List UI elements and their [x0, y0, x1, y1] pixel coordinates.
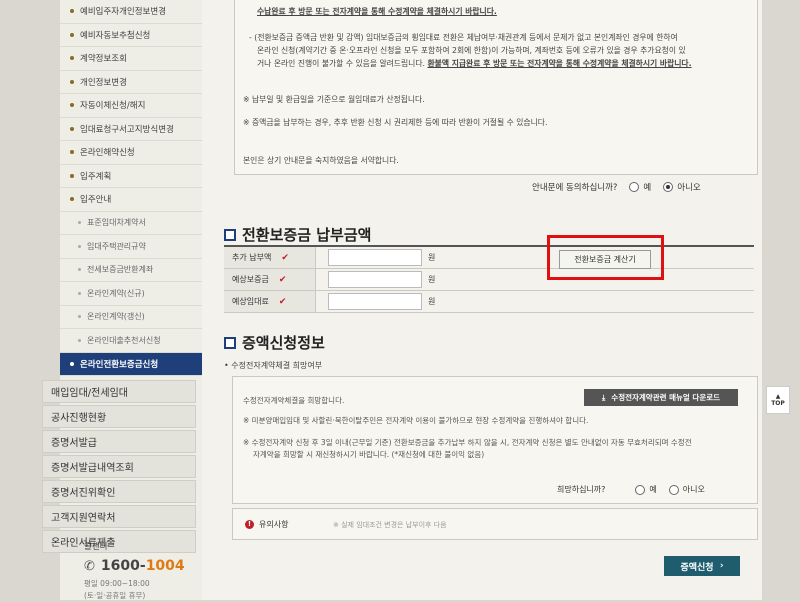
sidebar-main-menu-item[interactable]: 증명서진위확인: [42, 480, 196, 503]
main-content: 수납완료 후 방문 또는 전자계약을 통해 수정계약을 체결하시기 바랍니다. …: [202, 0, 762, 600]
sidebar-main-menu-item[interactable]: 공사진행현황: [42, 405, 196, 428]
section-square-icon: [224, 336, 236, 349]
bullet-icon: [78, 244, 81, 248]
required-check-icon: ✔: [281, 252, 289, 263]
amount-input[interactable]: [328, 293, 422, 310]
payment-table: 추가 납부액 ✔ 원 예상보증금 ✔ 원 예상임대료 ✔ 원: [224, 245, 754, 313]
bullet-icon: [78, 268, 81, 272]
wish-question: 희망하십니까? 예 아니오: [557, 484, 705, 495]
bullet-icon: [70, 32, 74, 37]
amount-input[interactable]: [328, 249, 422, 266]
notice-line: - (전환보증금 증액금 반환 및 감액) 임대보증금의 횡임대료 전환은 체납…: [249, 33, 678, 42]
sidebar-item[interactable]: 온라인대출추천서신청: [60, 329, 202, 353]
caution-label: ! 유의사항: [245, 519, 288, 530]
highlight-box: [547, 235, 664, 280]
sidebar-item[interactable]: 개인정보변경: [60, 71, 202, 94]
required-check-icon: ✔: [278, 274, 287, 285]
sidebar-item[interactable]: 온라인계약(신규): [60, 282, 202, 306]
sidebar-item[interactable]: 온라인전환보증금신청: [60, 352, 202, 376]
wish-no-radio[interactable]: [668, 484, 679, 495]
bullet-icon: [70, 173, 74, 178]
call-center-hours: 평일 09:00~18:00 (토·일·공휴일 휴무): [84, 579, 150, 600]
bullet-icon: [78, 291, 81, 295]
bullet-icon: [70, 103, 74, 108]
call-center: 콜센터 ✆ 1600- 1004 평일 09:00~18:00 (토·일·공휴일 …: [84, 540, 185, 602]
sidebar-item[interactable]: 예비입주자개인정보변경: [60, 0, 202, 24]
sidebar-main-menu-item[interactable]: 매입임대/전세임대: [42, 380, 196, 403]
payment-row-label: 예상보증금 ✔: [224, 269, 316, 290]
sidebar-item[interactable]: 입주계획: [60, 165, 202, 188]
caution-text: ※ 실제 임대조건 변경은 납부이후 다음: [333, 521, 447, 529]
sidebar-item[interactable]: 입주안내: [60, 188, 202, 212]
econtract-note: ※ 미분양매입임대 및 사할린·북한이탈주민은 전자계약 이용이 불가하므로 현…: [243, 416, 589, 425]
submit-increase-button[interactable]: 증액신청 ›: [664, 556, 740, 576]
sidebar-item[interactable]: 계약정보조회: [60, 47, 202, 71]
sidebar-main-menu-item[interactable]: 고객지원연락처: [42, 505, 196, 528]
econtract-desc: 수정전자계약체결을 희망합니다.: [243, 396, 345, 405]
agree-no-radio[interactable]: [663, 182, 674, 192]
notice-line: ※ 증액금을 납부하는 경우, 추후 반환 신청 시 권리제한 등에 따라 반환…: [243, 118, 548, 127]
section-title-payment: 전환보증금 납부금액: [224, 224, 371, 245]
amount-input[interactable]: [328, 271, 422, 288]
payment-row: 예상임대료 ✔ 원: [224, 291, 754, 313]
notice-line: 온라인 신청(계약기간 중 온·오프라인 신청을 모두 포함하여 2회에 한함)…: [257, 46, 686, 55]
unit-label: 원: [428, 297, 436, 306]
bullet-icon: [70, 150, 74, 155]
bullet-icon: [78, 221, 81, 225]
bullet-icon: [70, 9, 74, 14]
download-icon: ⤓: [601, 392, 606, 402]
sidebar-item[interactable]: 온라인계약(갱신): [60, 306, 202, 329]
econtract-note: ※ 수정전자계약 신청 후 3일 이내(근무일 기준) 전환보증금을 추가납부 …: [243, 438, 692, 447]
sidebar-item[interactable]: 전세보증금반환계좌: [60, 259, 202, 282]
section-square-icon: [224, 228, 236, 241]
unit-label: 원: [428, 275, 436, 284]
manual-download-button[interactable]: ⤓ 수정전자계약관련 매뉴얼 다운로드: [584, 389, 738, 406]
sidebar-item[interactable]: 임대료청구서고지방식변경: [60, 118, 202, 141]
sidebar-item[interactable]: 예비자동보추첨신청: [60, 24, 202, 47]
notice-line: 거나 온라인 진행이 불가할 수 있음을 알려드립니다. 환불액 지급완료 후 …: [257, 59, 692, 68]
phone-icon: ✆: [84, 558, 95, 574]
payment-row-label: 예상임대료 ✔: [224, 291, 316, 312]
scroll-top-button[interactable]: ▲ TOP: [766, 386, 790, 414]
econtract-label: • 수정전자계약체결 희망여부: [224, 361, 323, 370]
call-center-title: 콜센터: [84, 542, 108, 552]
sidebar-item[interactable]: 자동이체신청/해지: [60, 94, 202, 118]
sidebar-item[interactable]: 임대주택관리규약: [60, 235, 202, 259]
econtract-note: 자계약을 희망할 시 재신청하시기 바랍니다. (*재신청에 대한 불이익 없음…: [253, 450, 485, 459]
bullet-icon: [78, 315, 81, 319]
sidebar-main-menu-item[interactable]: 증명서발급내역조회: [42, 455, 196, 478]
call-center-phone: ✆ 1600- 1004: [84, 558, 185, 574]
notice-line: 본인은 상기 안내문을 숙지하였음을 서약합니다.: [243, 156, 399, 165]
wish-yes-radio[interactable]: [635, 484, 646, 495]
bullet-icon: [78, 338, 81, 342]
sidebar-main-menu-item[interactable]: 증명서발급: [42, 430, 196, 453]
notice-line: 수납완료 후 방문 또는 전자계약을 통해 수정계약을 체결하시기 바랍니다.: [257, 7, 497, 16]
sidebar-item[interactable]: 온라인해약신청: [60, 141, 202, 165]
sidebar-item[interactable]: 표준임대차계약서: [60, 212, 202, 235]
notice-line: ※ 납부일 및 환급일을 기준으로 월임대료가 산정됩니다.: [243, 95, 425, 104]
sidebar-nav: 예비입주자개인정보변경 예비자동보추첨신청 계약정보조회 개인정보변경 자동이체신청/해…: [42, 0, 203, 600]
section-title-increase: 증액신청정보: [224, 332, 325, 353]
required-check-icon: ✔: [278, 296, 287, 307]
payment-row: 예상보증금 ✔ 원: [224, 269, 754, 291]
chevron-up-icon: ▲: [775, 393, 781, 400]
bullet-icon: [70, 56, 74, 61]
bullet-icon: [70, 361, 74, 366]
bullet-icon: [70, 197, 74, 202]
payment-row: 추가 납부액 ✔ 원: [224, 247, 754, 269]
notice-box: 수납완료 후 방문 또는 전자계약을 통해 수정계약을 체결하시기 바랍니다. …: [234, 0, 758, 175]
agree-question: 안내문에 동의하십니까? 예 아니오: [532, 182, 701, 193]
agree-yes-radio[interactable]: [629, 182, 640, 192]
unit-label: 원: [428, 253, 436, 262]
bullet-icon: [70, 79, 74, 84]
caution-box: ! 유의사항 ※ 실제 임대조건 변경은 납부이후 다음: [232, 508, 758, 540]
warning-icon: !: [245, 520, 254, 529]
bullet-icon: [70, 126, 74, 131]
payment-row-label: 추가 납부액 ✔: [224, 247, 316, 268]
chevron-right-icon: ›: [719, 561, 724, 571]
